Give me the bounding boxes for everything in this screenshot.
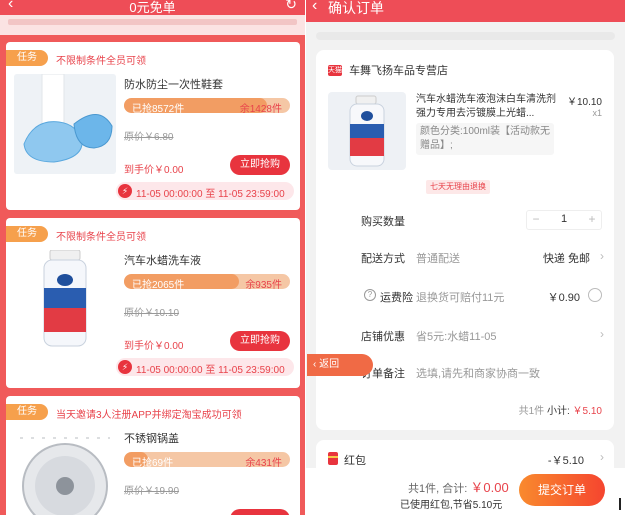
- page-title: 0元免单: [129, 0, 176, 15]
- buy-now-button[interactable]: [230, 509, 290, 515]
- claim-progress: 已抢2065件 余935件: [124, 274, 290, 291]
- task-condition: 不限制条件全员可领: [56, 232, 146, 243]
- insurance-price: ￥0.90: [547, 292, 580, 304]
- product-image-shoe-cover[interactable]: [14, 74, 116, 174]
- edge-mark: [619, 498, 621, 510]
- insurance-value: 退换货可赔付11元: [416, 292, 505, 304]
- discount-label: 店铺优惠: [361, 331, 405, 343]
- product-quantity: x1: [592, 108, 602, 118]
- product-image-pot-lid[interactable]: [14, 428, 116, 515]
- remaining-count: 余431件: [245, 458, 282, 469]
- claimed-count: 已抢69件: [132, 458, 174, 469]
- refresh-icon[interactable]: ↻: [285, 0, 297, 13]
- tmall-badge-icon: 天猫: [328, 64, 342, 76]
- task-card: 任务 不限制条件全员可领 防水防尘一次性鞋套 已抢8572件 余1428件 原价…: [6, 42, 300, 210]
- red-packet-icon: [328, 452, 338, 465]
- order-total: 共1件, 合计: ￥0.00: [408, 477, 509, 496]
- subtotal-value: ￥5.10: [572, 406, 602, 417]
- submit-order-button[interactable]: 提交订单: [519, 474, 605, 506]
- product-name: 汽车水蜡洗车液: [124, 255, 201, 267]
- discount-value: 省5元:水蜡11-05: [416, 331, 497, 343]
- claim-progress: 已抢8572件 余1428件: [124, 98, 290, 115]
- task-card: 任务 当天邀请3人注册APP并绑定淘宝成功可领 不锈钢锅盖 已抢69件 余431…: [6, 396, 300, 515]
- refund-badge: 七天无理由退换: [426, 180, 490, 194]
- plus-icon[interactable]: +: [583, 212, 601, 226]
- product-image[interactable]: [328, 92, 406, 170]
- delivery-value: 普通配送: [416, 253, 460, 265]
- insurance-label: 运费险: [380, 292, 413, 304]
- red-packet-used: 已使用红包,节省5.10元: [400, 500, 503, 511]
- remaining-count: 余1428件: [239, 104, 282, 115]
- total-count: 共1件,: [408, 483, 440, 495]
- checkout-bar: 共1件, 合计: ￥0.00 已使用红包,节省5.10元 提交订单: [306, 468, 625, 515]
- red-packet-label: 红包: [344, 455, 366, 467]
- chevron-right-icon: ›: [600, 249, 604, 263]
- task-card: 任务 不限制条件全员可领 汽车水蜡洗车液 已抢2065件 余935件 原价￥10…: [6, 218, 300, 388]
- final-price: 到手价￥0.00: [124, 341, 184, 352]
- shop-discount-row[interactable]: 店铺优惠 省5元:水蜡11-05 ›: [316, 325, 614, 345]
- product-price: ￥10.10: [566, 97, 602, 108]
- task-condition: 当天邀请3人注册APP并绑定淘宝成功可领: [56, 410, 242, 421]
- task-tag: 任务: [6, 226, 48, 242]
- lightning-icon: ⚡: [118, 184, 132, 198]
- chevron-right-icon: ›: [600, 450, 604, 464]
- insurance-row: ? 运费险 退换货可赔付11元 ￥0.90: [316, 286, 614, 306]
- task-tag: 任务: [6, 50, 48, 66]
- delivery-row[interactable]: 配送方式 普通配送 快递 免邮 ›: [316, 247, 614, 267]
- product-spec[interactable]: 颜色分类:100ml装【活动款无赠品】;: [416, 123, 554, 155]
- right-topbar: ‹ 确认订单: [306, 0, 625, 22]
- shop-header[interactable]: 天猫 车舞飞扬车品专营店: [328, 62, 448, 78]
- chevron-left-icon: ‹: [313, 359, 317, 370]
- product-name: 防水防尘一次性鞋套: [124, 79, 223, 91]
- insurance-radio[interactable]: [588, 288, 602, 302]
- time-window: ⚡ 11-05 00:00:00 至 11-05 23:59:00: [116, 182, 294, 200]
- time-range: 11-05 00:00:00 至 11-05 23:59:00: [136, 189, 285, 200]
- task-condition: 不限制条件全员可领: [56, 56, 146, 67]
- time-range: 11-05 00:00:00 至 11-05 23:59:00: [136, 365, 285, 376]
- total-label: 合计:: [442, 483, 468, 495]
- final-price: 到手价￥0.00: [124, 165, 184, 176]
- free-order-panel: ‹ 0元免单 ↻ 任务 不限制条件全员可领 防水防尘一次性鞋套 已抢8572件 …: [0, 0, 305, 515]
- shop-name: 车舞飞扬车品专营店: [349, 65, 449, 77]
- buy-now-button[interactable]: 立即抢购: [230, 155, 290, 175]
- chevron-right-icon: ›: [600, 327, 604, 341]
- quantity-stepper: − 1 +: [526, 210, 602, 230]
- subtotal-label: 小计:: [546, 406, 570, 417]
- confirm-order-panel: ‹ 确认订单 天猫 车舞飞扬车品专营店 汽车水蜡洗车液泡沫白车清洗剂强力专用去污…: [306, 0, 625, 515]
- claimed-count: 已抢8572件: [132, 104, 185, 115]
- product-image-car-wash[interactable]: [14, 250, 116, 350]
- return-button[interactable]: ‹ 返回: [307, 354, 373, 376]
- claimed-count: 已抢2065件: [132, 280, 185, 291]
- left-topbar: ‹ 0元免单 ↻: [0, 0, 305, 15]
- lightning-icon: ⚡: [118, 360, 132, 374]
- return-label: 返回: [319, 359, 340, 370]
- delivery-label: 配送方式: [361, 253, 405, 265]
- buy-now-button[interactable]: 立即抢购: [230, 331, 290, 351]
- subtotal: 共1件 小计: ￥5.10: [519, 402, 602, 417]
- original-price: 原价￥19.90: [124, 486, 180, 497]
- red-packet-value: -￥5.10: [547, 455, 584, 467]
- original-price: 原价￥10.10: [124, 308, 180, 319]
- delivery-method: 快递 免邮: [542, 253, 590, 265]
- banner-bar: [8, 19, 297, 25]
- product-name: 不锈钢锅盖: [124, 433, 179, 445]
- subtotal-count: 共1件: [518, 406, 545, 417]
- minus-icon[interactable]: −: [527, 212, 545, 226]
- product-title: 汽车水蜡洗车液泡沫白车清洗剂强力专用去污镀膜上光蜡...: [416, 94, 556, 119]
- time-window: ⚡ 11-05 00:00:00 至 11-05 23:59:00: [116, 358, 294, 376]
- quantity-row: 购买数量 − 1 +: [316, 210, 614, 230]
- question-icon[interactable]: ?: [364, 289, 376, 301]
- chevron-left-icon[interactable]: ‹: [312, 0, 317, 15]
- task-tag: 任务: [6, 404, 48, 420]
- note-input[interactable]: 选填,请先和商家协商一致: [416, 365, 540, 381]
- total-value: ￥0.00: [470, 480, 509, 495]
- quantity-value[interactable]: 1: [553, 213, 575, 225]
- claim-progress: 已抢69件 余431件: [124, 452, 290, 469]
- original-price: 原价￥6.80: [124, 132, 174, 143]
- quantity-label: 购买数量: [361, 216, 405, 228]
- page-title: 确认订单: [328, 0, 384, 16]
- remaining-count: 余935件: [245, 280, 282, 291]
- banner-strip: [0, 15, 305, 35]
- address-placeholder: [316, 32, 615, 40]
